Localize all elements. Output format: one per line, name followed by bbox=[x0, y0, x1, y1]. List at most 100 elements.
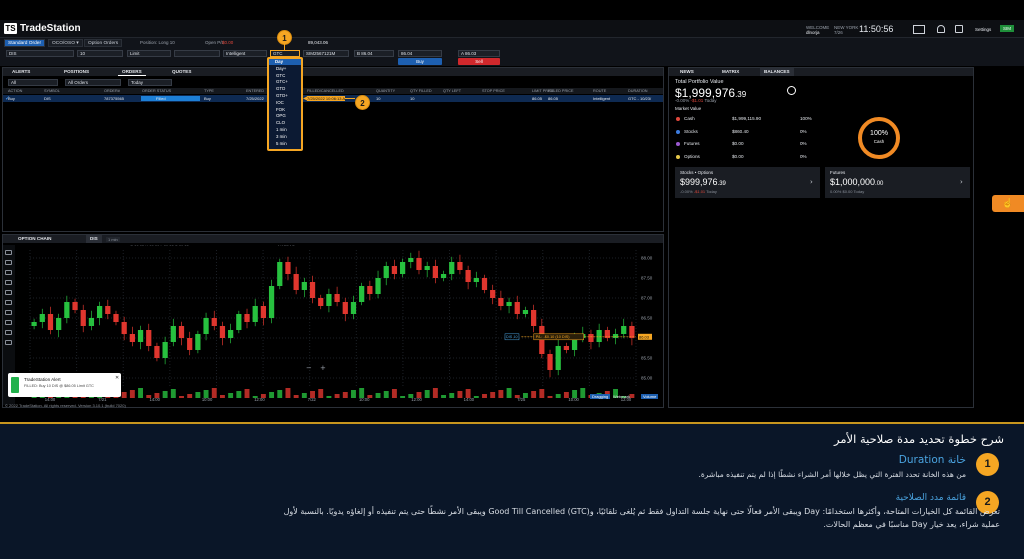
interval-select[interactable]: 1 min bbox=[106, 237, 120, 242]
candle-body bbox=[260, 306, 267, 318]
column-header: FILLED PRICE bbox=[548, 89, 574, 93]
dragging-toggle[interactable]: Dragging bbox=[590, 394, 611, 399]
candle-body bbox=[399, 262, 406, 274]
bid-field[interactable]: B 86.04 bbox=[354, 50, 394, 57]
tools-icon[interactable] bbox=[955, 25, 963, 33]
duration-option[interactable]: GTC bbox=[276, 73, 285, 78]
card1-chg: -$1.01 bbox=[693, 189, 706, 194]
duration-option[interactable]: 5 min bbox=[276, 141, 287, 146]
info-icon[interactable] bbox=[787, 86, 796, 95]
chart-tool-icon[interactable] bbox=[5, 280, 12, 285]
filter-order-status[interactable]: All Orders bbox=[65, 79, 121, 86]
chart-tool-icon[interactable] bbox=[5, 290, 12, 295]
tab-orders[interactable]: ORDERS bbox=[118, 68, 146, 76]
tab-chart-dis[interactable]: DIS bbox=[86, 235, 102, 243]
feedback-tab-icon[interactable]: ☝ bbox=[992, 195, 1024, 212]
candle-body bbox=[375, 278, 381, 294]
tab-matrix[interactable]: MATRIX bbox=[718, 68, 743, 76]
chart-tool-icon[interactable] bbox=[5, 250, 12, 255]
explain-head-2: قائمة مدد الصلاحية bbox=[895, 493, 966, 503]
duration-option[interactable]: 3 min bbox=[276, 134, 287, 139]
candle-body bbox=[64, 302, 70, 318]
chart-tool-icon[interactable] bbox=[5, 260, 12, 265]
webmark-toggle[interactable]: Webmark bbox=[613, 394, 630, 399]
chart-tool-icon[interactable] bbox=[5, 300, 12, 305]
duration-option[interactable]: OPG bbox=[276, 113, 286, 118]
duration-option[interactable]: GTD+ bbox=[276, 93, 288, 98]
tab-news[interactable]: NEWS bbox=[676, 68, 698, 76]
volume-bar bbox=[563, 392, 569, 398]
y-tick-label: 85.00 bbox=[641, 376, 653, 381]
route-select[interactable]: Intelligent bbox=[223, 50, 267, 57]
balance-row-pct: 100% bbox=[800, 116, 812, 121]
chart-tool-icon[interactable] bbox=[5, 320, 12, 325]
duration-option[interactable]: GTD bbox=[276, 86, 285, 91]
candle-body bbox=[228, 330, 234, 338]
filter-all[interactable]: All bbox=[8, 79, 58, 86]
volume-bar bbox=[359, 388, 365, 398]
user-name[interactable]: dlnorja bbox=[806, 30, 820, 35]
buy-button[interactable]: Buy bbox=[398, 58, 442, 65]
candle-body bbox=[334, 294, 340, 302]
tab-positions[interactable]: POSITIONS bbox=[60, 68, 93, 76]
zoom-in-icon: + bbox=[320, 364, 326, 372]
card2-when: Today bbox=[853, 189, 865, 194]
layout-icon[interactable] bbox=[913, 25, 925, 34]
tab-option-orders[interactable]: Option Orders bbox=[84, 39, 123, 47]
duration-option[interactable]: Day bbox=[275, 59, 283, 64]
volume-bar bbox=[449, 393, 455, 398]
y-tick-label: 87.00 bbox=[641, 296, 653, 301]
legend-dot-icon bbox=[676, 117, 680, 121]
chevron-right-icon-2[interactable]: › bbox=[960, 178, 963, 186]
duration-option[interactable]: 1 min bbox=[276, 127, 287, 132]
candle-body bbox=[88, 318, 95, 326]
close-icon[interactable]: ✕ bbox=[115, 375, 119, 381]
table-cell: Intelligent bbox=[593, 96, 611, 101]
candle-body bbox=[236, 314, 242, 330]
chart-tool-icon[interactable] bbox=[5, 330, 12, 335]
clock: 11:50:56 bbox=[859, 24, 894, 34]
card1-value-cents: .39 bbox=[717, 181, 726, 187]
duration-select[interactable]: GTC bbox=[270, 50, 300, 57]
chart-tool-icon[interactable] bbox=[5, 340, 12, 345]
quantity-field[interactable]: 10 bbox=[77, 50, 123, 57]
account-select[interactable]: SIM2567121M bbox=[303, 50, 349, 57]
duration-option[interactable]: FOK bbox=[276, 107, 285, 112]
duration-option[interactable]: IOC bbox=[276, 100, 284, 105]
position-tag-label: P/L: -$0.10 (10 DIS) bbox=[536, 335, 571, 339]
candle-body bbox=[277, 262, 283, 286]
sell-button[interactable]: Sell bbox=[458, 58, 500, 65]
filter-date[interactable]: Today bbox=[128, 79, 172, 86]
candle-body bbox=[96, 306, 103, 318]
explain-body-1: من هذه الخانة تحدد الفترة التي يظل خلاله… bbox=[698, 470, 966, 479]
duration-option[interactable]: GTC+ bbox=[276, 79, 288, 84]
candle-body bbox=[146, 330, 152, 346]
y-tick-label: 88.00 bbox=[641, 256, 653, 261]
position-label: Position: Long 10 bbox=[140, 40, 175, 45]
tab-balances[interactable]: BALANCES bbox=[760, 68, 794, 76]
symbol-field[interactable]: DIS bbox=[6, 50, 74, 57]
volume-toggle[interactable]: Volume bbox=[641, 394, 659, 399]
candle-body bbox=[498, 298, 504, 306]
tab-oco-oso[interactable]: OCO/OSO ▾ bbox=[48, 39, 83, 47]
mid-field[interactable]: 86.04 bbox=[398, 50, 442, 57]
tab-standard-order[interactable]: Standard Order bbox=[4, 39, 46, 47]
card2-value-main: $1,000,000 bbox=[830, 177, 876, 187]
legend-dot-icon bbox=[676, 129, 680, 134]
settings-link[interactable]: Settings bbox=[975, 27, 991, 32]
duration-option[interactable]: CLO bbox=[276, 120, 285, 125]
tab-quotes[interactable]: QUOTES bbox=[168, 68, 195, 76]
order-type-select[interactable]: Limit bbox=[127, 50, 171, 57]
chevron-right-icon[interactable]: › bbox=[810, 178, 813, 186]
duration-option[interactable]: Day+ bbox=[276, 66, 286, 71]
tab-option-chain[interactable]: OPTION CHAIN bbox=[14, 235, 55, 243]
chart-tool-icon[interactable] bbox=[5, 270, 12, 275]
ask-field[interactable]: A 86.03 bbox=[458, 50, 500, 57]
tab-alerts[interactable]: ALERTS bbox=[8, 68, 34, 76]
limit-price-field[interactable] bbox=[174, 50, 220, 57]
headset-icon[interactable] bbox=[937, 25, 945, 33]
column-header: ORDER# bbox=[104, 89, 120, 93]
candle-body bbox=[391, 266, 398, 274]
chart-tool-icon[interactable] bbox=[5, 310, 12, 315]
card1-change: -0.00% -$1.01 Today bbox=[680, 189, 717, 194]
